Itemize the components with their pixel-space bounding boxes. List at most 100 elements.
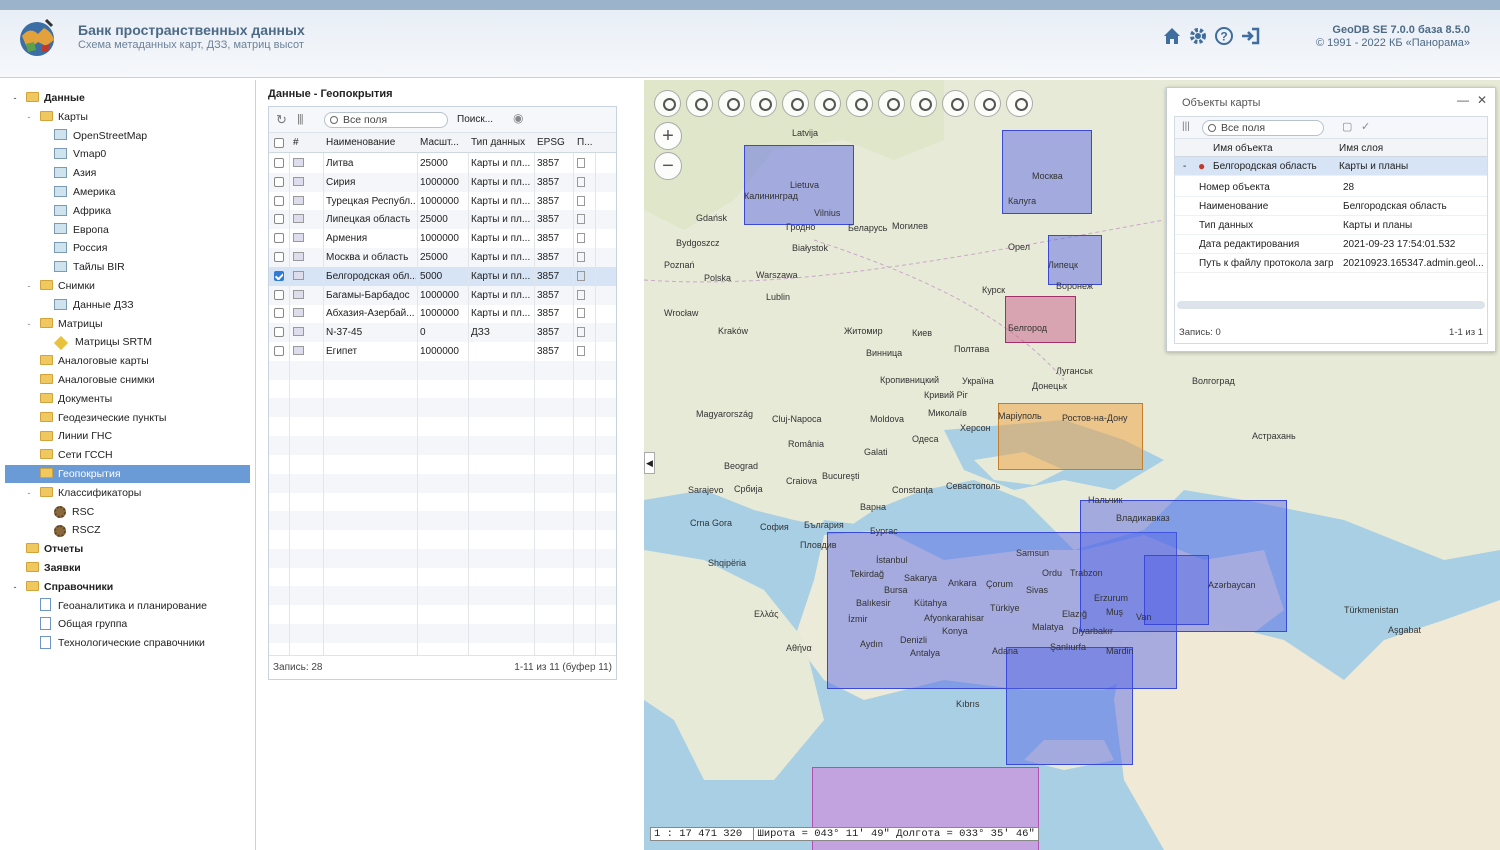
collapse-panel-button[interactable]: ◀ — [644, 452, 655, 474]
table-row[interactable]: Багамы-Барбадос 1000000 Карты и пл... 3857 — [269, 285, 616, 305]
settings-icon[interactable] — [1006, 90, 1033, 117]
col-object-name[interactable]: Имя объекта — [1213, 143, 1273, 154]
zoom-reset-icon[interactable] — [782, 90, 809, 117]
table-row[interactable]: Литва 25000 Карты и пл... 3857 — [269, 154, 616, 173]
col-header-name[interactable]: Наименование — [326, 137, 395, 148]
home-icon[interactable] — [1162, 26, 1182, 46]
table-row[interactable]: Белгородская обл... 5000 Карты и пл... 3857 — [269, 266, 616, 286]
tree-item[interactable]: OpenStreetMap — [54, 127, 147, 145]
row-checkbox[interactable] — [274, 214, 284, 225]
tree-item[interactable]: Заявки — [26, 559, 81, 577]
tree-item[interactable]: Аналоговые карты — [40, 352, 149, 370]
tree-toggle-icon[interactable]: - — [10, 89, 20, 107]
select-all-checkbox[interactable] — [274, 138, 284, 148]
tree-item[interactable]: Сети ГССН — [40, 446, 113, 464]
tree-toggle-icon[interactable]: - — [24, 484, 34, 502]
gear-icon[interactable] — [1188, 26, 1208, 46]
row-checkbox[interactable] — [274, 252, 284, 262]
table-row[interactable]: N-37-45 0 ДЗЗ 3857 — [269, 323, 616, 343]
col-layer-name[interactable]: Имя слоя — [1339, 143, 1383, 154]
row-checkbox[interactable] — [274, 346, 284, 356]
print-icon[interactable] — [910, 90, 937, 117]
tree-item[interactable]: Тайлы BIR — [54, 258, 125, 276]
help-icon[interactable]: ? — [1214, 26, 1234, 46]
tree-item[interactable]: Линии ГНС — [40, 427, 112, 445]
tree-item[interactable]: Америка — [54, 183, 115, 201]
col-header-type[interactable]: Тип данных — [471, 137, 525, 148]
tree-item[interactable]: - Матрицы — [28, 315, 103, 333]
table-row[interactable]: Турецкая Республ... 1000000 Карты и пл... 3… — [269, 192, 616, 211]
coverage-armenia[interactable] — [1144, 555, 1209, 625]
horizontal-scrollbar[interactable] — [1177, 301, 1485, 309]
row-checkbox[interactable] — [274, 308, 284, 319]
col-header-epsg[interactable]: EPSG — [537, 137, 565, 148]
tree-item[interactable]: Геоаналитика и планирование — [40, 597, 207, 615]
export-icon[interactable] — [974, 90, 1001, 117]
tree-item[interactable]: RSCZ — [54, 521, 101, 539]
tree-item[interactable]: Технологические справочники — [40, 634, 205, 652]
table-row[interactable]: Липецкая область 25000 Карты и пл... 3857 — [269, 210, 616, 230]
logout-icon[interactable] — [1240, 26, 1260, 46]
zoom-out-button[interactable]: − — [654, 152, 682, 180]
tree-item[interactable]: Геопокрытия — [5, 465, 250, 483]
tree-toggle-icon[interactable]: - — [10, 578, 20, 596]
close-icon[interactable]: ✕ — [1477, 93, 1487, 107]
tree-item[interactable]: Россия — [54, 239, 107, 257]
grid-search-button[interactable]: Поиск... — [457, 114, 493, 125]
row-checkbox[interactable] — [274, 327, 284, 338]
table-row[interactable]: Москва и область 25000 Карты и пл... 3857 — [269, 248, 616, 267]
tree-item[interactable]: Общая группа — [40, 615, 127, 633]
coverage-belgorod[interactable] — [1005, 296, 1076, 343]
col-header-p[interactable]: П... — [577, 137, 597, 148]
row-checkbox[interactable] — [274, 233, 284, 244]
tree-item[interactable]: - Справочники — [14, 578, 114, 596]
refresh-icon[interactable]: ↻ — [276, 112, 287, 128]
tree-item[interactable]: - Классификаторы — [28, 484, 142, 502]
layers-icon[interactable] — [814, 90, 841, 117]
tree-item[interactable]: Данные ДЗЗ — [54, 296, 134, 314]
zoom-region-icon[interactable] — [750, 90, 777, 117]
check-icon[interactable]: ✓ — [1361, 120, 1370, 133]
ruler-icon[interactable] — [846, 90, 873, 117]
tree-toggle-icon[interactable]: - — [24, 108, 34, 126]
tree-toggle-icon[interactable]: - — [24, 277, 34, 295]
tree-item[interactable]: Азия — [54, 164, 96, 182]
tree-item[interactable]: Европа — [54, 221, 109, 239]
zoom-out-icon[interactable] — [686, 90, 713, 117]
tree-item[interactable]: - Снимки — [28, 277, 95, 295]
minimize-button[interactable]: — — [1457, 93, 1469, 107]
zoom-in-button[interactable]: + — [654, 122, 682, 150]
object-row[interactable]: - ● Белгородская область Карты и планы — [1175, 157, 1487, 176]
coverage-syria[interactable] — [1006, 647, 1133, 765]
zoom-icon[interactable] — [718, 90, 745, 117]
tree-item[interactable]: Аналоговые снимки — [40, 371, 155, 389]
eye-icon[interactable]: ◉ — [513, 111, 523, 125]
row-checkbox[interactable] — [274, 195, 284, 206]
tree-item[interactable]: Отчеты — [26, 540, 83, 558]
col-header-num[interactable]: # — [293, 137, 299, 148]
tree-toggle-icon[interactable]: - — [24, 315, 34, 333]
tree-item[interactable]: Геодезические пункты — [40, 409, 166, 427]
tree-item[interactable]: Документы — [40, 390, 112, 408]
image-icon[interactable] — [942, 90, 969, 117]
tree-item[interactable]: Матрицы SRTM — [53, 333, 152, 351]
columns-icon[interactable]: ||| — [1182, 121, 1190, 132]
table-row[interactable]: Армения 1000000 Карты и пл... 3857 — [269, 229, 616, 248]
tree-item[interactable]: RSC — [54, 503, 94, 521]
grid-search-input[interactable]: Все поля — [324, 112, 448, 128]
table-row[interactable]: Сирия 1000000 Карты и пл... 3857 — [269, 172, 616, 192]
tree-item[interactable]: Африка — [54, 202, 111, 220]
table-row[interactable]: Египет 1000000 3857 — [269, 342, 616, 361]
tree-item[interactable]: - Карты — [28, 108, 88, 126]
export-icon[interactable]: ▢ — [1342, 120, 1352, 133]
columns-icon[interactable]: ||| — [297, 113, 304, 125]
zoom-in-icon[interactable] — [654, 90, 681, 117]
tree-item[interactable]: - Данные — [14, 89, 85, 107]
row-checkbox[interactable] — [274, 270, 284, 281]
table-row[interactable]: Абхазия-Азербай... 1000000 Карты и пл... 38… — [269, 304, 616, 323]
col-header-scale[interactable]: Масшт... — [420, 137, 465, 148]
tree-item[interactable]: Vmap0 — [54, 145, 106, 163]
objects-search-input[interactable]: Все поля — [1202, 120, 1324, 136]
row-checkbox[interactable] — [274, 176, 284, 187]
row-checkbox[interactable] — [274, 289, 284, 300]
